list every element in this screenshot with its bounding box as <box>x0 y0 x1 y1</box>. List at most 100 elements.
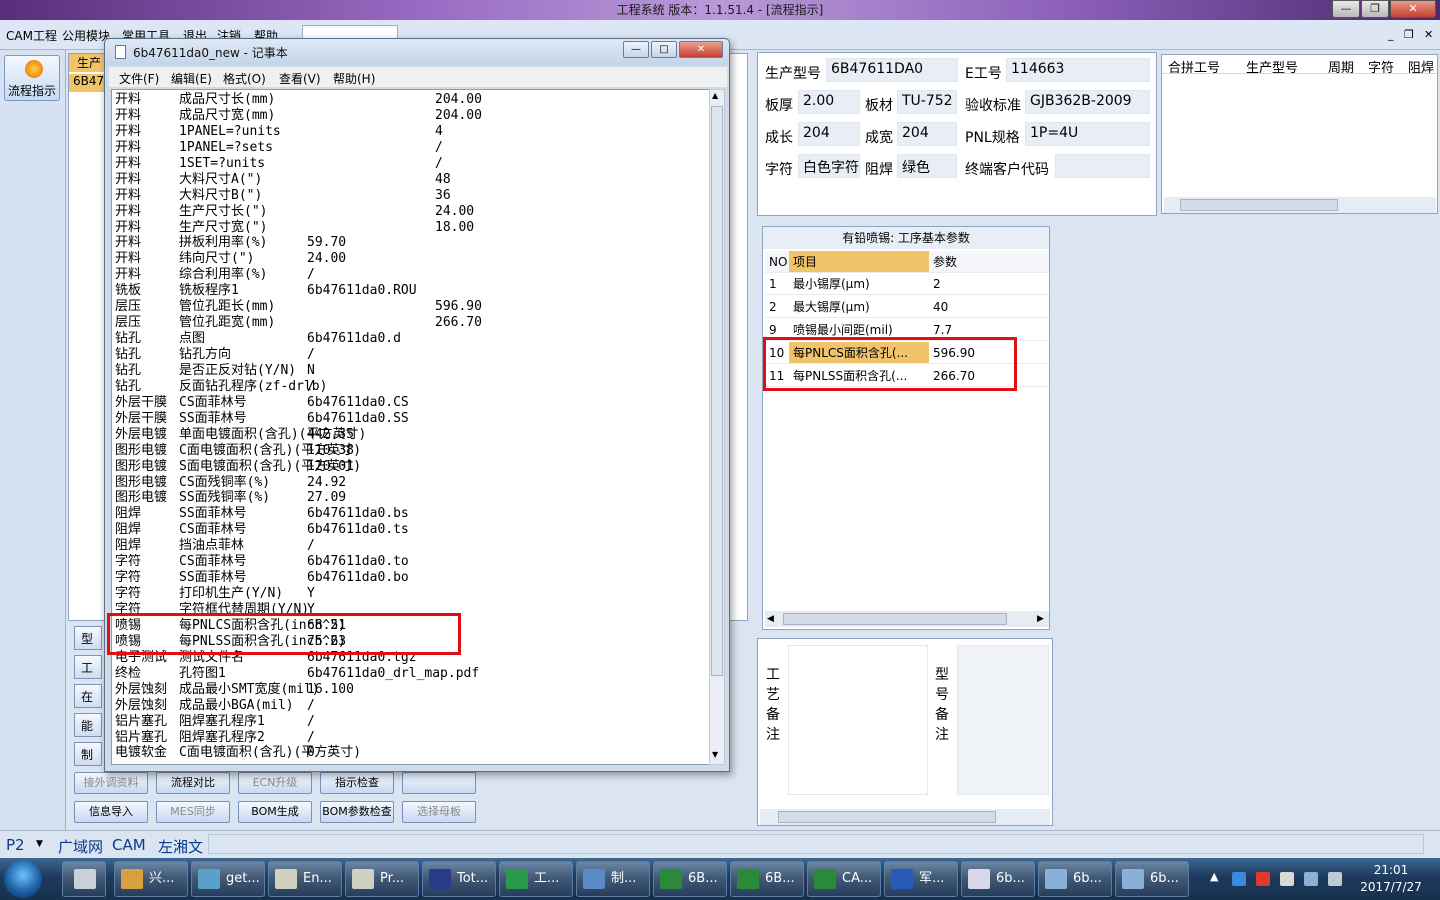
ecn-upgrade-button[interactable]: ECN升级 <box>238 772 312 794</box>
model-remark-textarea[interactable] <box>957 645 1049 795</box>
mdi-close-button[interactable]: ✕ <box>1424 28 1433 41</box>
taskbar-app-en[interactable]: En... <box>268 861 342 897</box>
remarks-hscroll-thumb[interactable] <box>778 811 996 823</box>
tray-volume-icon[interactable] <box>1328 872 1342 886</box>
side-tab-model[interactable]: 型号 <box>74 626 102 650</box>
status-user: 左湘文 <box>158 838 204 856</box>
notepad-close-button[interactable]: ✕ <box>679 41 723 58</box>
line-value: 24.00 <box>307 251 347 267</box>
width-field[interactable]: 204 <box>897 122 957 146</box>
line-value: 6b47611da0.ts <box>307 522 409 538</box>
tray-display-icon[interactable] <box>1304 872 1318 886</box>
external-data-button[interactable]: 接外调资料 <box>74 772 148 794</box>
select-master-button[interactable]: 选择母板 <box>402 801 476 823</box>
line-item: CS面菲林号 <box>179 522 247 538</box>
taskbar-app-excel-1[interactable]: 6B... <box>653 861 727 897</box>
prod-model-label: 生产型号 <box>765 66 821 82</box>
side-tab-make[interactable]: 制作 <box>74 742 102 766</box>
menu-cam[interactable]: CAM工程 <box>6 27 57 44</box>
e-no-field[interactable]: 114663 <box>1006 58 1150 82</box>
customer-field[interactable] <box>1055 154 1150 178</box>
notepad-vscroll[interactable]: ▲ ▼ <box>709 89 725 765</box>
standard-field[interactable]: GJB362B-2009 <box>1025 90 1150 114</box>
taskbar-clock[interactable]: 21:01 2017/7/27 <box>1352 862 1430 896</box>
thickness-field[interactable]: 2.00 <box>798 90 860 114</box>
side-tab-tools[interactable]: 工具 <box>74 655 102 679</box>
mdi-minimize-button[interactable]: _ <box>1388 28 1394 41</box>
tray-flag-icon[interactable] <box>1280 872 1294 886</box>
close-button[interactable]: ✕ <box>1390 0 1436 18</box>
side-tab-online[interactable]: 在线 <box>74 684 102 708</box>
notepad-vscroll-thumb[interactable] <box>711 106 723 676</box>
tray-expand-icon[interactable]: ▲ <box>1210 870 1218 883</box>
params-hscroll-thumb[interactable] <box>783 613 1007 625</box>
taskbar-app-gong[interactable]: 工... <box>499 861 573 897</box>
taskbar-app-6b-1[interactable]: 6b... <box>961 861 1035 897</box>
grid-hscroll[interactable] <box>1164 197 1436 213</box>
chevron-down-icon[interactable]: ▼ <box>36 839 43 849</box>
taskbar-app-tot[interactable]: Tot... <box>422 861 496 897</box>
flow-compare-button[interactable]: 流程对比 <box>156 772 230 794</box>
side-tab-capability[interactable]: 能力 <box>74 713 102 737</box>
params-hscroll[interactable]: ◀ ▶ <box>765 611 1049 627</box>
notepad-menu-help[interactable]: 帮助(H) <box>333 70 375 87</box>
param-row-value[interactable]: 2 <box>929 273 1049 295</box>
notepad-menu-edit[interactable]: 编辑(E) <box>171 70 212 87</box>
param-row-item[interactable]: 最小锡厚(μm) <box>789 273 929 295</box>
notepad-menu-format[interactable]: 格式(O) <box>223 70 266 87</box>
bom-check-button[interactable]: BOM参数检查 <box>320 801 394 823</box>
notepad-menu-file[interactable]: 文件(F) <box>119 70 159 87</box>
taskbar-app-zhi[interactable]: 制... <box>576 861 650 897</box>
blank-button[interactable] <box>402 772 476 794</box>
mask-field[interactable]: 绿色 <box>897 154 957 178</box>
taskbar-app-excel-2[interactable]: 6B... <box>730 861 804 897</box>
taskbar-app-word[interactable]: 军... <box>884 861 958 897</box>
tray-app-icon[interactable] <box>1256 872 1270 886</box>
notepad-minimize-button[interactable]: — <box>623 41 649 58</box>
taskbar-app-6b-3[interactable]: 6b... <box>1115 861 1189 897</box>
minimize-button[interactable]: — <box>1332 0 1360 18</box>
line-process: 开料 <box>115 155 142 171</box>
taskbar-app-pr[interactable]: Pr... <box>345 861 419 897</box>
char-field[interactable]: 白色字符 <box>798 154 860 178</box>
highlight-box-notepad <box>107 613 461 655</box>
notepad-text-area[interactable]: 开料 成品尺寸长(mm) 204.00 开料 成品尺寸宽(mm) 204.00 开料 1PAN… <box>111 89 711 765</box>
pnl-field[interactable]: 1P=4U <box>1025 122 1150 146</box>
mdi-restore-button[interactable]: ❐ <box>1404 28 1414 41</box>
remarks-hscroll[interactable] <box>760 809 1050 825</box>
maximize-button[interactable]: ❐ <box>1361 0 1389 18</box>
taskbar-app-excel-ca[interactable]: CA... <box>807 861 881 897</box>
info-import-button[interactable]: 信息导入 <box>74 801 148 823</box>
scroll-right-icon[interactable]: ▶ <box>1037 614 1044 624</box>
merge-grid[interactable]: 合拼工号 生产型号 周期 字符 阻焊 <box>1161 54 1438 214</box>
scroll-left-icon[interactable]: ◀ <box>767 614 774 624</box>
taskbar-app-label: get... <box>226 871 260 886</box>
notepad-menu-view[interactable]: 查看(V) <box>279 70 321 87</box>
flow-indicator-button[interactable]: 流程指示 <box>4 55 60 101</box>
indicator-check-button[interactable]: 指示检查 <box>320 772 394 794</box>
menu-common-modules[interactable]: 公用模块 <box>62 27 110 44</box>
params-header-item[interactable]: 项目 <box>789 251 929 273</box>
prod-model-field[interactable]: 6B47611DA0 <box>826 58 958 82</box>
tray-network-icon[interactable] <box>1232 872 1246 886</box>
param-row-value[interactable]: 40 <box>929 296 1049 318</box>
grid-hscroll-thumb[interactable] <box>1180 199 1338 211</box>
params-header-value[interactable]: 参数 <box>929 251 1049 273</box>
status-page[interactable]: P2 <box>6 836 25 854</box>
taskbar-app-6b-2[interactable]: 6b... <box>1038 861 1112 897</box>
mes-sync-button[interactable]: MES同步 <box>156 801 230 823</box>
scroll-down-icon[interactable]: ▼ <box>712 750 718 759</box>
scroll-up-icon[interactable]: ▲ <box>712 91 718 100</box>
notepad-window[interactable]: 6b47611da0_new - 记事本 — □ ✕ 文件(F) 编辑(E) 格… <box>104 38 730 772</box>
process-remark-textarea[interactable] <box>788 645 928 795</box>
notepad-title-bar[interactable]: 6b47611da0_new - 记事本 — □ ✕ <box>105 39 729 65</box>
length-field[interactable]: 204 <box>798 122 860 146</box>
grid-header-divider <box>1162 73 1437 74</box>
material-field[interactable]: TU-752 <box>897 90 957 114</box>
tree-row[interactable]: 6B47 <box>69 74 109 92</box>
param-row-item[interactable]: 最大锡厚(μm) <box>789 296 929 318</box>
taskbar-app-get[interactable]: get... <box>191 861 265 897</box>
taskbar-app-1[interactable]: 兴... <box>114 861 188 897</box>
notepad-maximize-button[interactable]: □ <box>651 41 677 58</box>
bom-generate-button[interactable]: BOM生成 <box>238 801 312 823</box>
